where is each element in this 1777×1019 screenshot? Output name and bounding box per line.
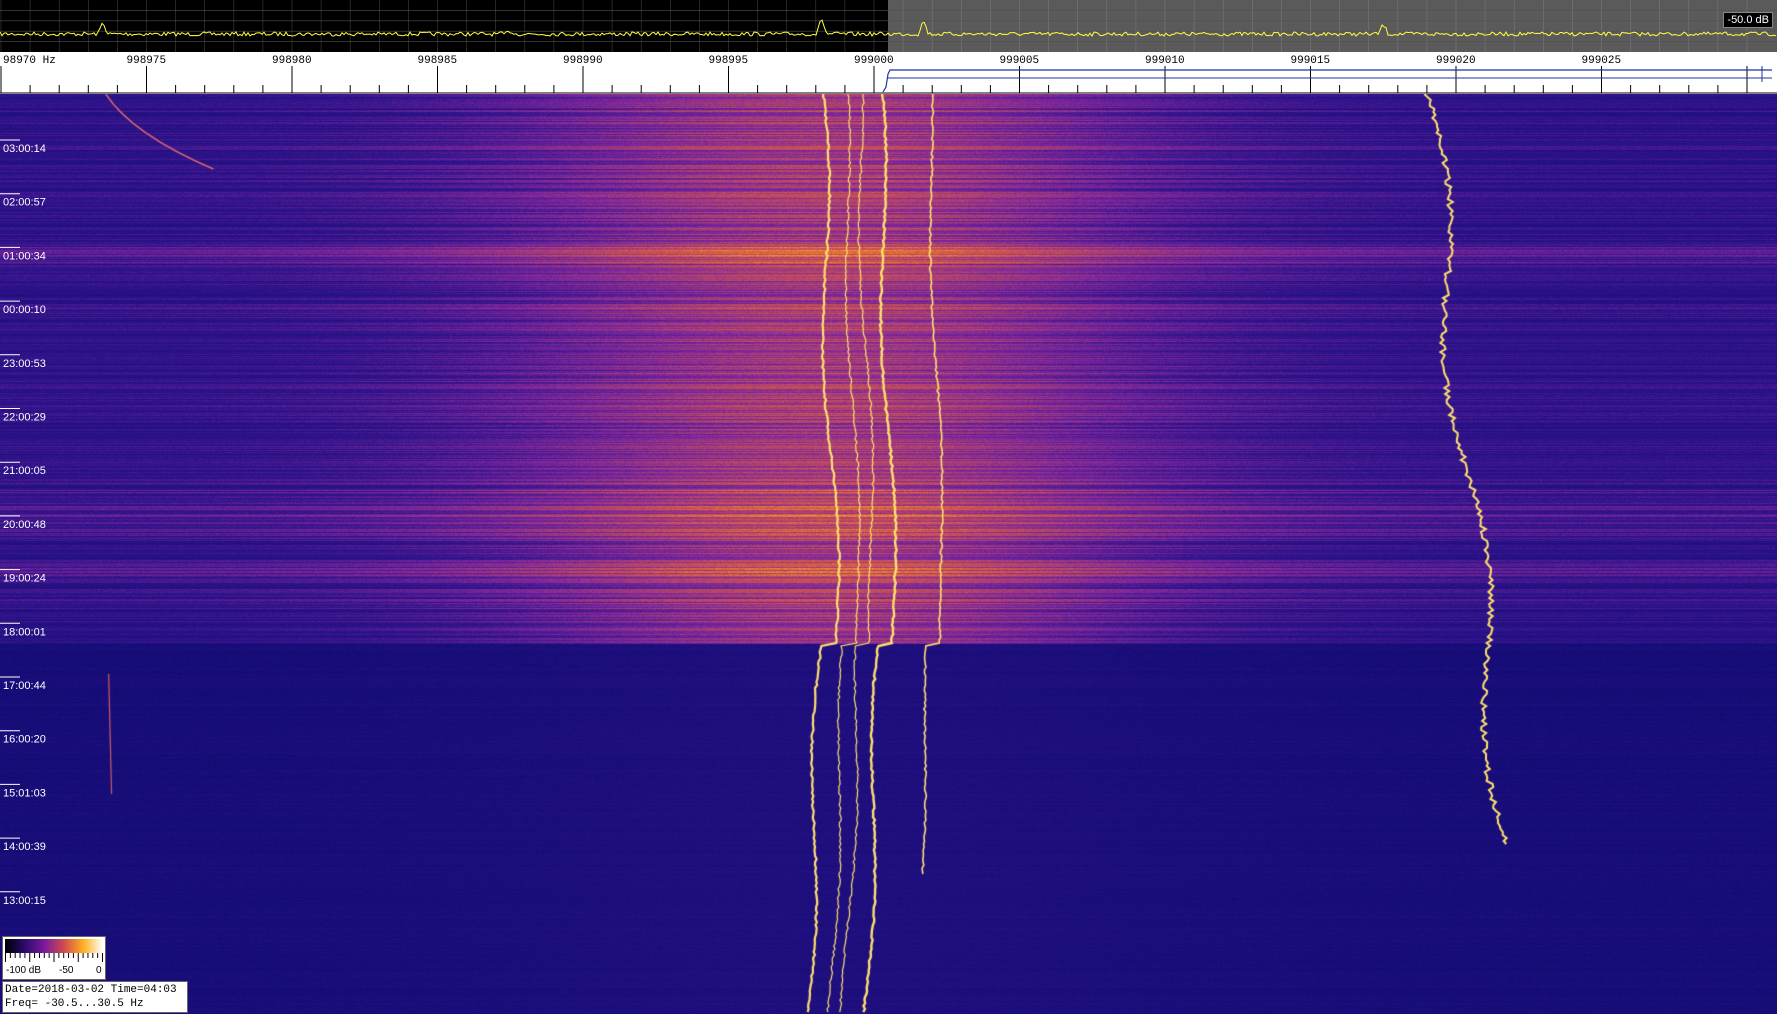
time-label: 20:00:48 — [3, 519, 46, 531]
time-label: 16:00:20 — [3, 734, 46, 746]
spectrum-plot — [0, 0, 1777, 52]
colorbar-min-label: -100 dB — [6, 965, 42, 976]
time-axis: 03:00:14 02:00:57 01:00:34 00:00:10 23:00:53… — [0, 139, 46, 907]
info-box: Date=2018-03-02 Time=04:03 Freq= -30.5..… — [2, 981, 188, 1013]
frequency-tick-label: 998995 — [709, 55, 749, 67]
time-label: 03:00:14 — [3, 143, 46, 155]
time-label: 00:00:10 — [3, 304, 46, 316]
time-label: 19:00:24 — [3, 573, 46, 585]
time-label: 13:00:15 — [3, 895, 46, 907]
time-label: 23:00:53 — [3, 358, 46, 370]
time-label: 15:01:03 — [3, 787, 46, 799]
colorbar-ticks — [5, 953, 103, 962]
colorbar-gradient — [5, 939, 103, 953]
frequency-tick-label: 999010 — [1145, 55, 1185, 67]
frequency-tick-label: 999015 — [1291, 55, 1331, 67]
frequency-axis: 998975 998980 998985 998990 998995 999000 9990… — [0, 55, 1777, 94]
spectrum-panel: -50.0 dB — [0, 0, 1777, 52]
time-label: 01:00:34 — [3, 250, 46, 262]
time-label: 17:00:44 — [3, 680, 46, 692]
date-time-line: Date=2018-03-02 Time=04:03 — [5, 984, 177, 996]
db-readout: -50.0 dB — [1723, 12, 1773, 28]
frequency-tick-label: 999025 — [1582, 55, 1622, 67]
time-label: 02:00:57 — [3, 197, 46, 209]
frequency-tick-label: 999000 — [854, 55, 894, 67]
time-label: 18:00:01 — [3, 626, 46, 638]
frequency-tick-label: 998975 — [127, 55, 167, 67]
time-label: 14:00:39 — [3, 841, 46, 853]
time-label: 22:00:29 — [3, 412, 46, 424]
frequency-tick-label: 998980 — [272, 55, 312, 67]
frequency-tick-label: 999020 — [1436, 55, 1476, 67]
colorbar-max-label: 0 — [96, 965, 102, 976]
waterfall-display: 03:00:14 02:00:57 01:00:34 00:00:10 23:00:53… — [0, 94, 1777, 1014]
frequency-tick-label: 999005 — [1000, 55, 1040, 67]
time-label: 21:00:05 — [3, 465, 46, 477]
colorbar-mid-label: -50 — [59, 965, 74, 976]
frequency-scale: 998975 998980 998985 998990 998995 999000 9990… — [0, 52, 1777, 94]
freq-range-line: Freq= -30.5...30.5 Hz — [5, 998, 144, 1010]
passband-marker — [882, 69, 1772, 93]
frequency-tick-label: 998985 — [418, 55, 458, 67]
frequency-start-label: 98970 Hz — [3, 55, 56, 67]
colorbar-legend: -100 dB -50 0 — [2, 936, 106, 980]
frequency-tick-label: 998990 — [563, 55, 603, 67]
